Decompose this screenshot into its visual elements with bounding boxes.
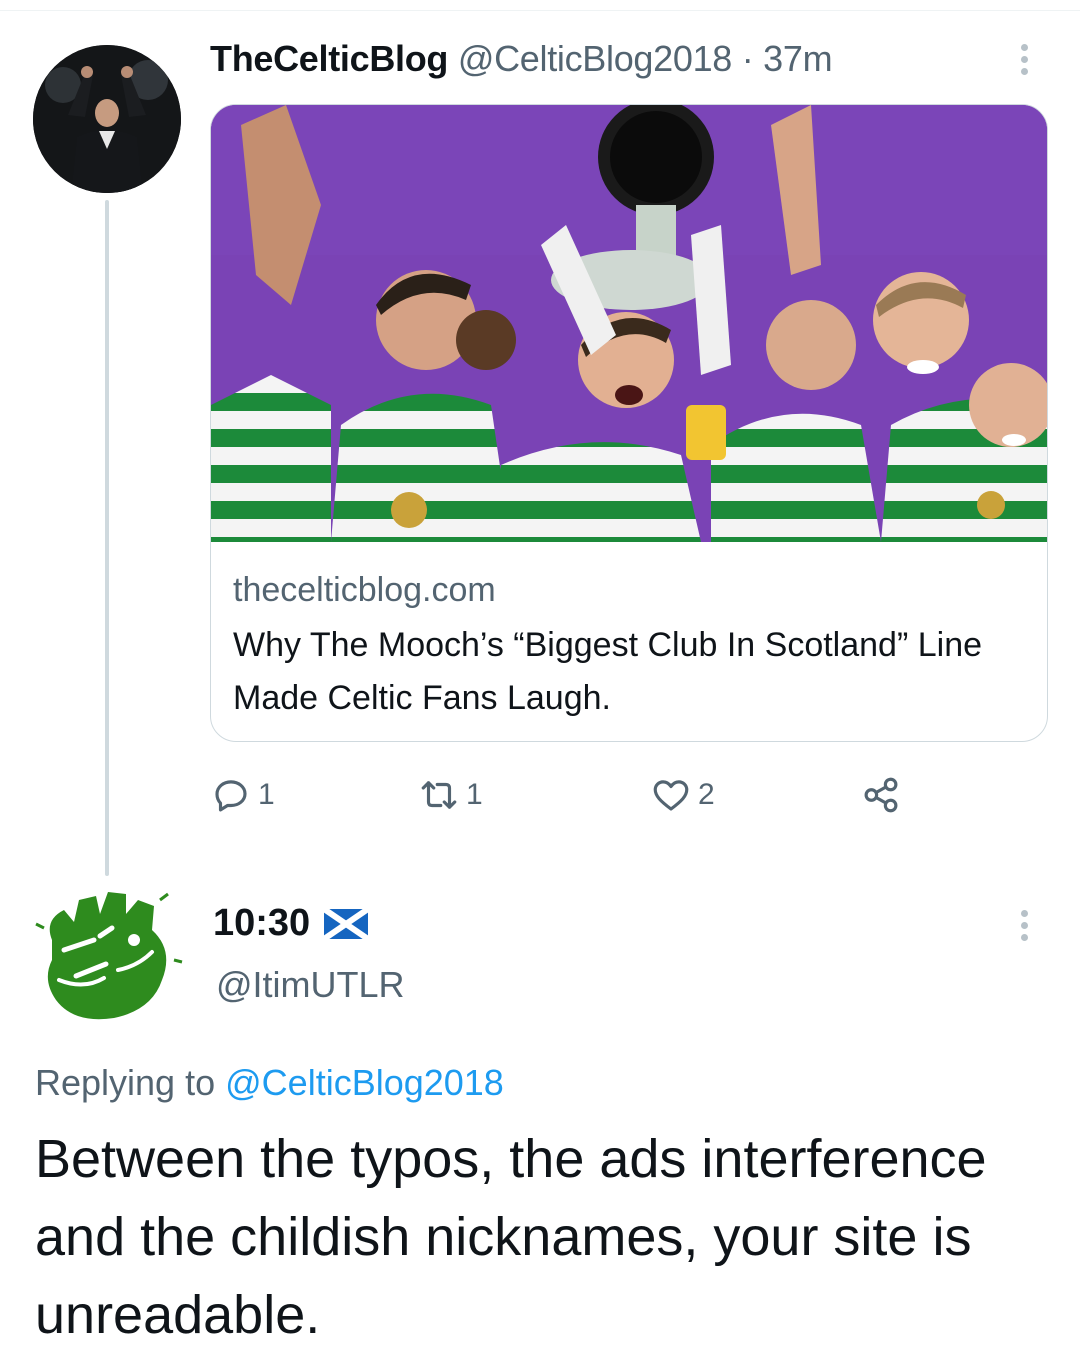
retweet-icon xyxy=(421,781,457,809)
tweet-actions: 1 1 2 xyxy=(210,770,970,820)
avatar-thecelticblog[interactable] xyxy=(33,45,181,193)
card-domain: thecelticblog.com xyxy=(233,571,496,609)
reply-count: 1 xyxy=(258,778,275,811)
handle[interactable]: @ItimUTLR xyxy=(216,964,405,1006)
share-icon xyxy=(864,777,898,813)
heart-icon xyxy=(653,780,689,811)
more-vertical-icon[interactable] xyxy=(1019,910,1029,950)
fist-logo xyxy=(35,892,183,1020)
more-vertical-icon[interactable] xyxy=(1019,44,1029,84)
display-name[interactable]: 10:30 xyxy=(213,902,310,945)
share-button[interactable] xyxy=(860,770,908,820)
card-image xyxy=(211,105,1047,542)
card-title: Why The Mooch’s “Biggest Club In Scotlan… xyxy=(233,626,983,717)
retweet-count: 1 xyxy=(466,778,483,811)
link-card[interactable]: thecelticblog.com Why The Mooch’s “Bigge… xyxy=(210,104,1048,742)
reply-icon xyxy=(215,780,247,812)
top-divider xyxy=(0,10,1080,11)
like-count: 2 xyxy=(698,778,715,811)
replying-mention[interactable]: @CelticBlog2018 xyxy=(225,1062,504,1103)
reply-button[interactable]: 1 xyxy=(210,770,275,820)
thread-connector xyxy=(105,200,109,876)
scotland-flag-icon xyxy=(324,908,369,939)
like-button[interactable]: 2 xyxy=(650,770,715,820)
retweet-button[interactable]: 1 xyxy=(418,770,483,820)
replying-prefix: Replying to xyxy=(35,1062,216,1103)
display-name[interactable]: TheCelticBlog xyxy=(210,38,448,79)
tweet-header: TheCelticBlog @CelticBlog2018 · 37m xyxy=(210,38,833,80)
replying-to: Replying to @CelticBlog2018 xyxy=(35,1062,504,1104)
tweet2-header: 10:30 xyxy=(213,902,369,945)
separator: · xyxy=(741,38,754,79)
tweet-body: Between the typos, the ads interference … xyxy=(35,1129,987,1345)
avatar-photo xyxy=(33,45,181,193)
handle[interactable]: @CelticBlog2018 xyxy=(458,38,733,79)
avatar-itimutlr[interactable] xyxy=(34,880,184,1030)
timestamp[interactable]: 37m xyxy=(763,38,832,79)
